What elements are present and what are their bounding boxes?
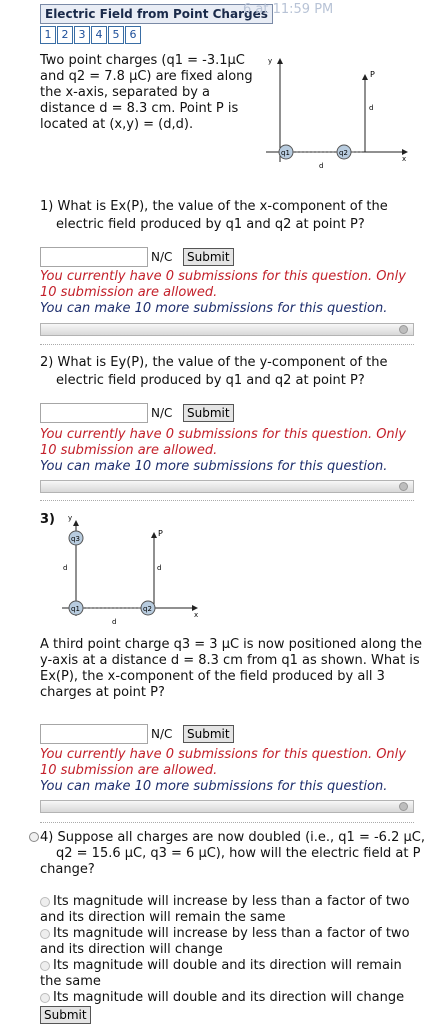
option-3[interactable]: Its magnitude will double and its direct… bbox=[40, 958, 430, 990]
q1-label: q1 bbox=[281, 149, 290, 157]
unit-label: N/C bbox=[151, 406, 173, 420]
point-p-label: P bbox=[158, 529, 163, 538]
submission-limit-msg: 10 submission are allowed. bbox=[40, 285, 218, 300]
tab-5[interactable]: 5 bbox=[108, 26, 124, 44]
question-line: What is Ey(P), the value of the y-compon… bbox=[57, 355, 388, 370]
question-line: q2 = 15.6 μC, q3 = 6 μC), how will the e… bbox=[56, 846, 421, 861]
answer-options: Its magnitude will increase by less than… bbox=[40, 894, 430, 1006]
answer-input-q3[interactable] bbox=[40, 724, 148, 744]
radio-option-1[interactable] bbox=[40, 896, 50, 907]
submit-button-q1[interactable]: Submit bbox=[183, 248, 234, 266]
tab-6[interactable]: 6 bbox=[125, 26, 141, 44]
q3-label: q3 bbox=[71, 535, 80, 543]
charge-diagram-2: y P d d x d q1 q2 q3 bbox=[62, 514, 198, 626]
q2-label: q2 bbox=[143, 605, 152, 613]
d-label-right: d bbox=[157, 564, 161, 572]
submission-limit-msg: 10 submission are allowed. bbox=[40, 763, 218, 778]
question-number: 4) bbox=[40, 830, 54, 845]
submission-count-msg: You currently have 0 submissions for thi… bbox=[40, 427, 406, 442]
option-text: Its magnitude will increase by less than… bbox=[53, 926, 410, 941]
hint-toggle-bar[interactable] bbox=[40, 480, 414, 493]
point-p-label: P bbox=[370, 70, 375, 79]
intro-line: Two point charges (q1 = -3.1μC bbox=[40, 53, 245, 68]
unit-label: N/C bbox=[151, 250, 173, 264]
option-1[interactable]: Its magnitude will increase by less than… bbox=[40, 894, 430, 926]
expand-icon bbox=[399, 482, 408, 491]
option-2[interactable]: Its magnitude will increase by less than… bbox=[40, 926, 430, 958]
y-axis-label: y bbox=[268, 57, 272, 65]
d-label-left: d bbox=[63, 564, 67, 572]
remaining-submissions-msg: You can make 10 more submissions for thi… bbox=[40, 301, 388, 316]
divider bbox=[40, 822, 414, 823]
question-line: Ex(P), the x-component of the field prod… bbox=[40, 669, 385, 684]
question-1-text: 1) What is Ex(P), the value of the x-com… bbox=[40, 199, 388, 215]
question-2-text: 2) What is Ey(P), the value of the y-com… bbox=[40, 355, 388, 371]
submission-count-msg: You currently have 0 submissions for thi… bbox=[40, 747, 406, 762]
d-label-horizontal: d bbox=[319, 162, 323, 170]
submission-count-msg: You currently have 0 submissions for thi… bbox=[40, 269, 406, 284]
question-line: electric field produced by q1 and q2 at … bbox=[56, 373, 365, 388]
radio-option-3[interactable] bbox=[40, 960, 50, 971]
question-3-text: A third point charge q3 = 3 μC is now po… bbox=[40, 637, 422, 701]
x-axis-label: x bbox=[194, 611, 198, 619]
page-title: Electric Field from Point Charges bbox=[40, 4, 273, 24]
divider bbox=[40, 500, 414, 501]
answer-input-q1[interactable] bbox=[40, 247, 148, 267]
q2-label: q2 bbox=[339, 149, 348, 157]
submit-button-q4[interactable]: Submit bbox=[40, 1006, 91, 1024]
question-number: 1) bbox=[40, 199, 54, 214]
tab-3[interactable]: 3 bbox=[74, 26, 90, 44]
intro-line: and q2 = 7.8 μC) are fixed along bbox=[40, 69, 253, 84]
intro-line: the x-axis, separated by a bbox=[40, 85, 210, 100]
d-label-bottom: d bbox=[112, 618, 116, 626]
charge-diagram-1: y P d x d q1 q2 bbox=[266, 57, 408, 170]
submit-button-q2[interactable]: Submit bbox=[183, 404, 234, 422]
due-date: 6 at 11:59 PM bbox=[243, 2, 334, 17]
divider bbox=[40, 344, 414, 345]
question-line: y-axis at a distance d = 8.3 cm from q1 … bbox=[40, 653, 420, 668]
radio-option-4[interactable] bbox=[40, 992, 50, 1003]
question-line: Suppose all charges are now doubled (i.e… bbox=[57, 830, 425, 845]
question-tabs: 1 2 3 4 5 6 bbox=[40, 26, 142, 44]
x-axis-label: x bbox=[402, 155, 406, 163]
tab-2[interactable]: 2 bbox=[57, 26, 73, 44]
hint-toggle-bar[interactable] bbox=[40, 800, 414, 813]
remaining-submissions-msg: You can make 10 more submissions for thi… bbox=[40, 779, 388, 794]
question-number: 2) bbox=[40, 355, 54, 370]
question-4-text: 4) Suppose all charges are now doubled (… bbox=[40, 830, 425, 878]
option-text: and its direction will remain the same bbox=[40, 910, 286, 925]
option-text: and its direction will change bbox=[40, 942, 223, 957]
question-line: What is Ex(P), the value of the x-compon… bbox=[57, 199, 388, 214]
question-line: A third point charge q3 = 3 μC is now po… bbox=[40, 637, 423, 652]
hint-toggle-bar[interactable] bbox=[40, 323, 414, 336]
question-line: change? bbox=[40, 862, 95, 877]
option-text: the same bbox=[40, 974, 101, 989]
tab-4[interactable]: 4 bbox=[91, 26, 107, 44]
radio-option-2[interactable] bbox=[40, 928, 50, 939]
intro-line: distance d = 8.3 cm. Point P is bbox=[40, 101, 239, 116]
d-label-vertical: d bbox=[369, 104, 373, 112]
expand-icon bbox=[399, 802, 408, 811]
status-circle-icon bbox=[29, 832, 39, 842]
question-line: electric field produced by q1 and q2 at … bbox=[56, 217, 365, 232]
option-text: Its magnitude will double and its direct… bbox=[53, 958, 402, 973]
intro-line: located at (x,y) = (d,d). bbox=[40, 117, 194, 132]
expand-icon bbox=[399, 325, 408, 334]
submit-button-q3[interactable]: Submit bbox=[183, 725, 234, 743]
y-axis-label: y bbox=[68, 514, 72, 522]
unit-label: N/C bbox=[151, 727, 173, 741]
tab-1[interactable]: 1 bbox=[40, 26, 56, 44]
question-line: charges at point P? bbox=[40, 685, 165, 700]
question-number: 3) bbox=[40, 512, 55, 527]
remaining-submissions-msg: You can make 10 more submissions for thi… bbox=[40, 459, 388, 474]
q1-label: q1 bbox=[71, 605, 80, 613]
option-text: Its magnitude will increase by less than… bbox=[53, 894, 410, 909]
answer-input-q2[interactable] bbox=[40, 403, 148, 423]
option-4[interactable]: Its magnitude will double and its direct… bbox=[40, 990, 430, 1006]
problem-statement: Two point charges (q1 = -3.1μC and q2 = … bbox=[40, 53, 253, 133]
submission-limit-msg: 10 submission are allowed. bbox=[40, 443, 218, 458]
option-text: Its magnitude will double and its direct… bbox=[53, 990, 405, 1005]
